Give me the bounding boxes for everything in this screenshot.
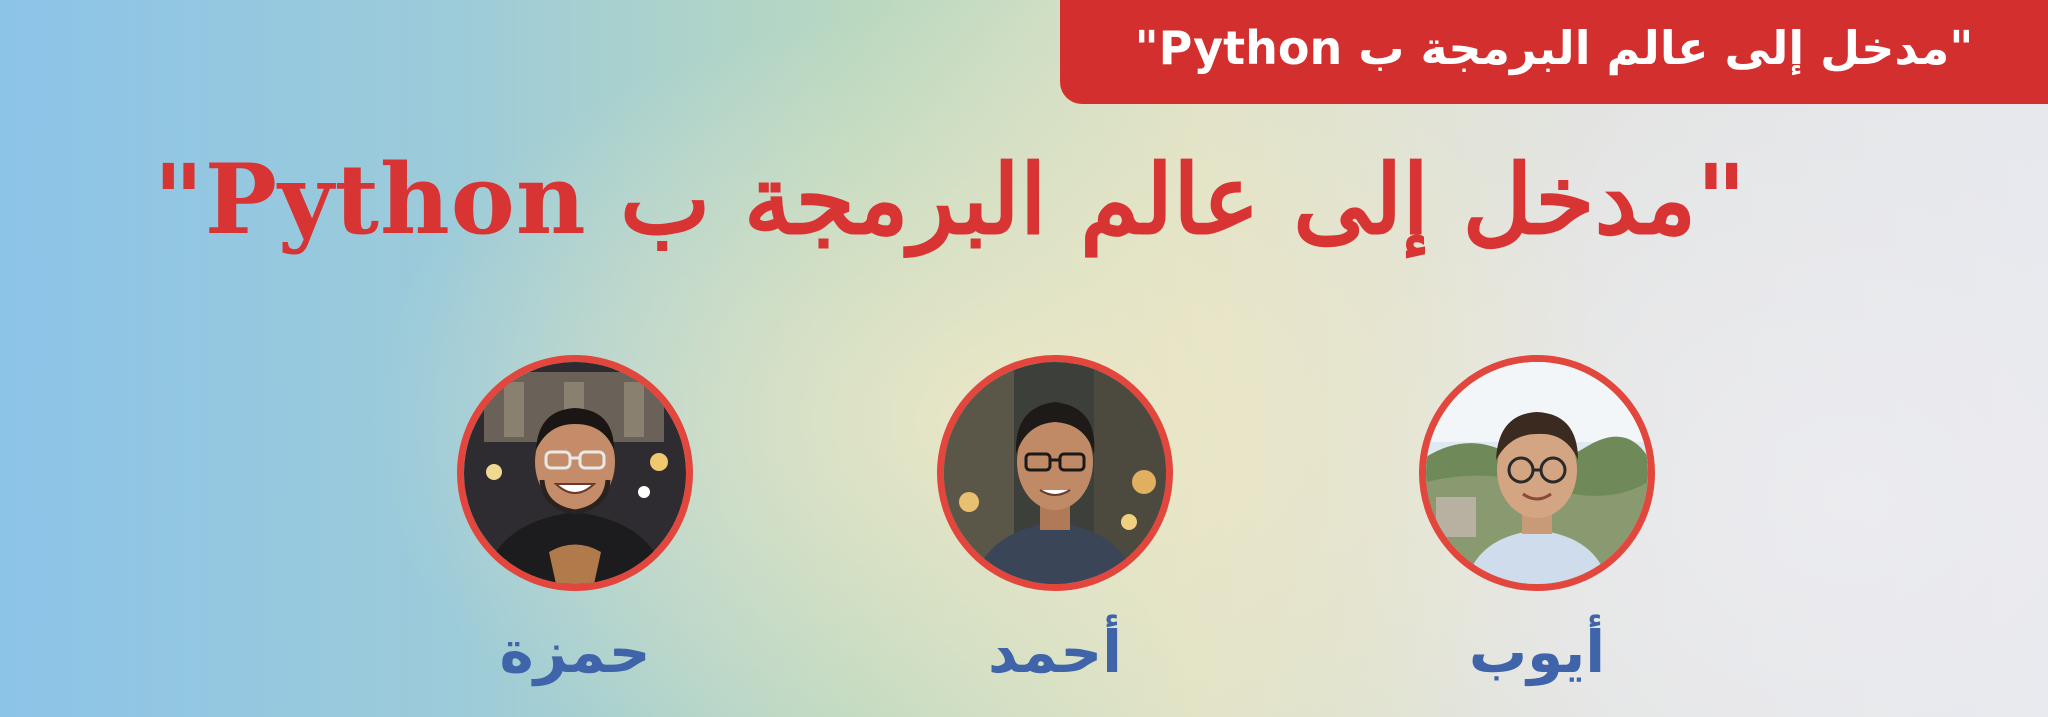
speaker-card-1: أيوب: [1412, 355, 1662, 687]
speaker-name-1: أيوب: [1468, 618, 1606, 686]
speaker-photo-3: [457, 355, 693, 591]
page-title: "مدخل إلى عالم البرمجة ب Python": [153, 143, 1747, 256]
top-title-tag: "مدخل إلى عالم البرمجة ب Python": [1060, 0, 2048, 104]
speaker-name-3: حمزة: [499, 618, 651, 686]
top-title-tag-text: "مدخل إلى عالم البرمجة ب Python": [1134, 21, 1974, 75]
speaker-card-3: حمزة: [450, 355, 700, 687]
speaker-card-2: أحمد: [930, 355, 1180, 687]
speaker-photo-1: [1419, 355, 1655, 591]
speaker-photo-2: [937, 355, 1173, 591]
speaker-name-2: أحمد: [987, 618, 1123, 686]
